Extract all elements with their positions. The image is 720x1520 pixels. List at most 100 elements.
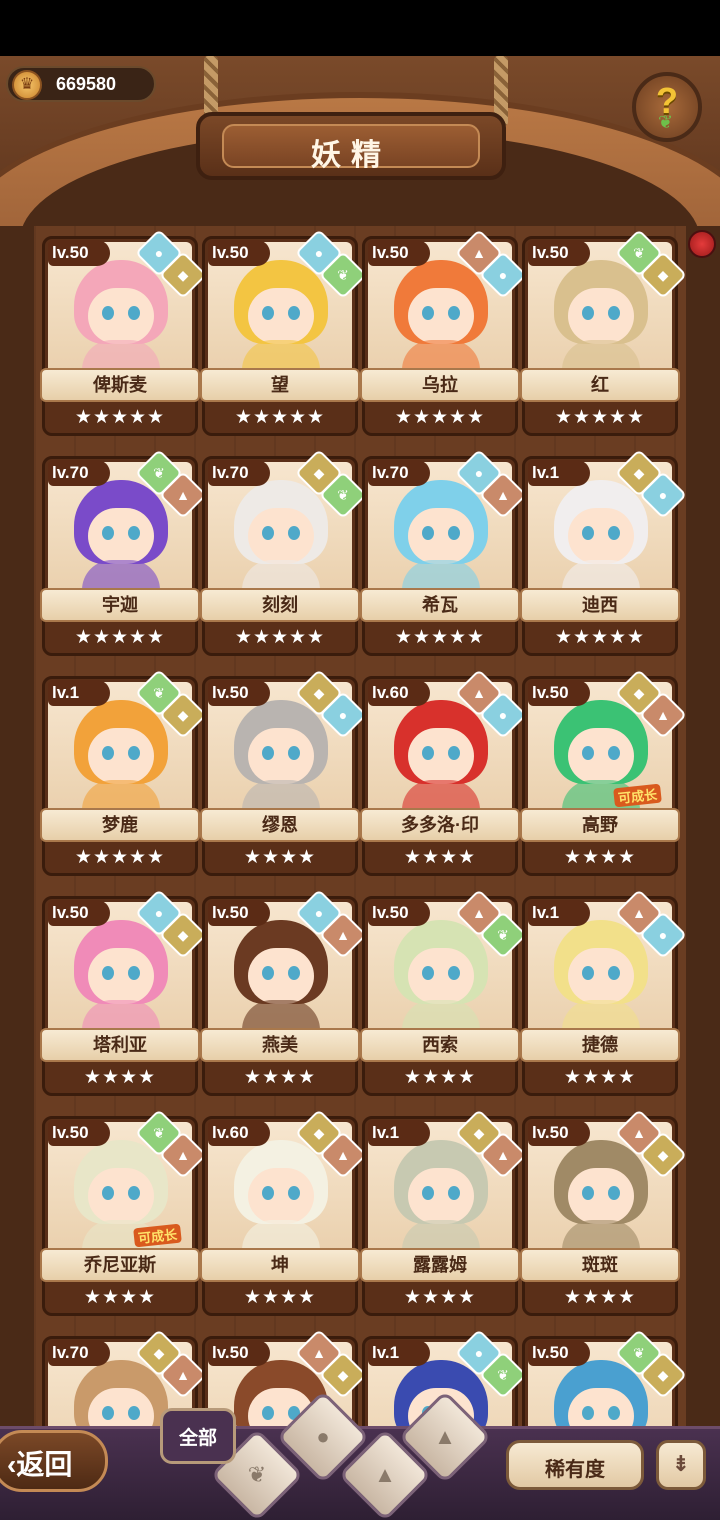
fairy-card[interactable]: lv.50 ◆ ● 缪恩 ★★★★ [200, 668, 368, 876]
star-rating: ★★★★ [83, 1287, 157, 1308]
fairy-card[interactable]: lv.70 ◆ ❦ 刻刻 ★★★★★ [200, 448, 368, 656]
fairy-card[interactable]: lv.1 ◆ ▲ 露露姆 ★★★★ [360, 1108, 528, 1316]
fairy-eye [448, 746, 460, 760]
fairy-name: 多多洛·印 [360, 808, 520, 842]
fairy-eye [582, 966, 594, 980]
fairy-card[interactable]: lv.1 ◆ ● 迪西 ★★★★★ [520, 448, 688, 656]
fairy-name: 刻刻 [200, 588, 360, 622]
mountain-icon: ▲ [434, 1424, 456, 1449]
level-tag: lv.70 [208, 460, 270, 486]
status-bar [0, 0, 720, 56]
fairy-name: 塔利亚 [40, 1028, 200, 1062]
fairy-card[interactable]: lv.70 ❦ ▲ 宇迦 ★★★★★ [40, 448, 208, 656]
fairy-card[interactable]: lv.50 ● ◆ 俾斯麦 ★★★★★ [40, 228, 208, 436]
fairy-card[interactable]: lv.1 ❦ ◆ 梦鹿 ★★★★★ [40, 668, 208, 876]
level-tag: lv.50 [208, 1340, 270, 1366]
fairy-name: 坤 [200, 1248, 360, 1282]
fairy-eye [128, 1186, 140, 1200]
fairy-name: 俾斯麦 [40, 368, 200, 402]
fairy-eye [262, 746, 274, 760]
fairy-card[interactable]: lv.50 ● ❦ 望 ★★★★★ [200, 228, 368, 436]
rarity-sort-button[interactable]: 稀有度 [506, 1440, 644, 1490]
level-tag: lv.50 [208, 680, 270, 706]
fairy-name: 高野 [520, 808, 680, 842]
star-rating: ★★★★ [243, 1287, 317, 1308]
fairy-card[interactable]: lv.50 ▲ ◆ 斑斑 ★★★★ [520, 1108, 688, 1316]
level-tag: lv.50 [208, 900, 270, 926]
fairy-card[interactable]: lv.50 ▲ ● 乌拉 ★★★★★ [360, 228, 528, 436]
fairy-face [408, 728, 474, 784]
fairy-eye [262, 966, 274, 980]
level-tag: lv.50 [48, 900, 110, 926]
fairy-name: 西索 [360, 1028, 520, 1062]
back-button[interactable]: ‹返回 [0, 1430, 108, 1492]
fairy-face [88, 1168, 154, 1224]
fairy-eye [422, 966, 434, 980]
fairy-eye [448, 306, 460, 320]
fairy-name: 缪恩 [200, 808, 360, 842]
fairy-card[interactable]: lv.70 ● ▲ 希瓦 ★★★★★ [360, 448, 528, 656]
fairy-face [248, 508, 314, 564]
fairy-card[interactable]: lv.50 ◆ ▲ 可成长 高野 ★★★★ [520, 668, 688, 876]
star-rating: ★★★★ [83, 1067, 157, 1088]
fairy-eye [448, 526, 460, 540]
star-rating: ★★★★★ [554, 627, 646, 648]
star-rating: ★★★★ [563, 847, 637, 868]
fairy-card[interactable]: lv.1 ▲ ● 捷德 ★★★★ [520, 888, 688, 1096]
level-tag: lv.50 [528, 1120, 590, 1146]
fairy-name: 梦鹿 [40, 808, 200, 842]
help-button[interactable]: ? ❦ [632, 72, 702, 142]
level-tag: lv.50 [48, 240, 110, 266]
star-rating: ★★★★ [563, 1287, 637, 1308]
game-screen: ♛ 669580 ? ❦ 妖精 lv.50 ● ◆ 俾斯麦 ★★★★★ lv.50 ● ❦ 望 ★… [0, 0, 720, 1520]
fairy-eye [102, 1406, 114, 1420]
star-rating: ★★★★★ [234, 407, 326, 428]
fairy-name: 露露姆 [360, 1248, 520, 1282]
fairy-eye [288, 306, 300, 320]
fairy-card[interactable]: lv.60 ◆ ▲ 坤 ★★★★ [200, 1108, 368, 1316]
fairy-eye [608, 526, 620, 540]
fairy-eye [102, 1186, 114, 1200]
fairy-face [88, 288, 154, 344]
fairy-face [248, 948, 314, 1004]
fairy-name: 乔尼亚斯 [40, 1248, 200, 1282]
ladybug-icon[interactable] [688, 230, 716, 258]
fairy-card[interactable]: lv.50 ● ◆ 塔利亚 ★★★★ [40, 888, 208, 1096]
star-rating: ★★★★ [243, 1067, 317, 1088]
earth-icon: ▲ [374, 1462, 396, 1487]
fairy-name: 迪西 [520, 588, 680, 622]
fairy-name: 宇迦 [40, 588, 200, 622]
level-tag: lv.50 [528, 680, 590, 706]
fairy-card[interactable]: lv.50 ▲ ❦ 西索 ★★★★ [360, 888, 528, 1096]
fairy-eye [128, 966, 140, 980]
fairy-face [248, 728, 314, 784]
fairy-eye [608, 966, 620, 980]
fairy-name: 希瓦 [360, 588, 520, 622]
fairy-eye [262, 526, 274, 540]
fairy-card[interactable]: lv.50 ❦ ▲ 可成长 乔尼亚斯 ★★★★ [40, 1108, 208, 1316]
fairy-eye [422, 746, 434, 760]
sort-list-icon: ⇟ [671, 1451, 691, 1476]
fairy-card[interactable]: lv.60 ▲ ● 多多洛·印 ★★★★ [360, 668, 528, 876]
filter-all-label: 全部 [178, 1428, 217, 1449]
fairy-eye [262, 306, 274, 320]
fairy-eye [582, 1186, 594, 1200]
fairy-card[interactable]: lv.50 ● ▲ 燕美 ★★★★ [200, 888, 368, 1096]
fairy-face [408, 288, 474, 344]
fairy-name: 乌拉 [360, 368, 520, 402]
star-rating: ★★★★ [563, 1067, 637, 1088]
fairy-eye [422, 306, 434, 320]
fairy-card[interactable]: lv.50 ❦ ◆ 红 ★★★★★ [520, 228, 688, 436]
level-tag: lv.50 [48, 1120, 110, 1146]
star-rating: ★★★★★ [74, 627, 166, 648]
fairy-eye [102, 966, 114, 980]
fairy-eye [128, 306, 140, 320]
fairy-eye [288, 1186, 300, 1200]
title-board: 妖精 [196, 112, 506, 180]
filter-all-button[interactable]: 全部 [160, 1408, 236, 1464]
sort-order-button[interactable]: ⇟ [656, 1440, 706, 1490]
level-tag: lv.70 [48, 460, 110, 486]
fairy-eye [422, 1186, 434, 1200]
level-tag: lv.1 [48, 680, 110, 706]
fairy-eye [128, 746, 140, 760]
